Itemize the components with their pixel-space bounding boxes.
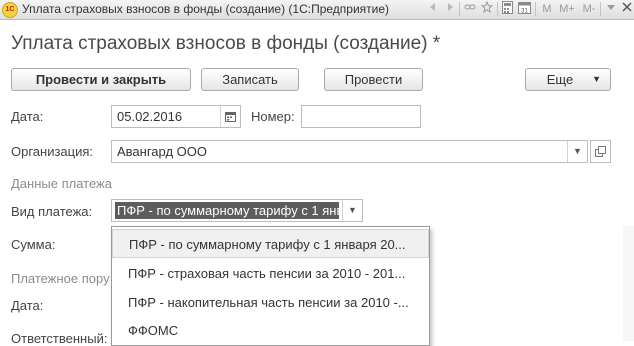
payment-type-value: ПФР - по суммарному тарифу с 1 янв [115,202,339,219]
svg-text:31: 31 [521,9,528,15]
scrollbar[interactable] [623,226,634,341]
memory-plus-button[interactable]: M+ [557,1,577,17]
post-button[interactable]: Провести [324,68,423,91]
link-icon[interactable] [463,1,477,17]
organization-label: Организация: [11,144,94,159]
payment-type-select[interactable]: ПФР - по суммарному тарифу с 1 янв ▼ [111,199,363,222]
forward-icon[interactable] [442,1,456,17]
open-icon [595,146,606,157]
open-organization-button[interactable] [590,140,611,163]
payment-type-label: Вид платежа: [11,204,93,219]
payment-order-date-label: Дата: [11,298,44,313]
payment-order-group-title: Платежное пору [11,271,110,286]
calculator-icon[interactable] [500,1,514,17]
memory-minus-button[interactable]: M- [580,1,598,17]
post-and-close-button[interactable]: Провести и закрыть [11,68,191,91]
payment-data-group-title: Данные платежа [11,176,112,191]
date-field[interactable]: 05.02.2016 [111,105,241,128]
more-button[interactable]: Еще ▼ [525,68,611,91]
number-label: Номер: [251,109,295,124]
save-button[interactable]: Записать [201,68,299,91]
calendar-icon[interactable]: 31 [516,1,532,17]
1c-logo-icon[interactable]: 1С [2,2,18,18]
number-field[interactable] [301,105,421,128]
organization-field[interactable]: Авангард ООО ▼ [111,140,588,163]
more-button-label: Еще [546,72,574,87]
payment-type-dropdown: ПФР - по суммарному тарифу с 1 января 20… [111,226,430,346]
window-title: Уплата страховых взносов в фонды (создан… [22,2,390,16]
memory-m-button[interactable]: M [540,1,554,17]
date-value: 05.02.2016 [117,109,183,124]
responsible-label: Ответственный: [11,331,108,346]
back-icon[interactable] [427,1,441,17]
favorite-star-icon[interactable] [480,0,494,17]
sum-label: Сумма: [11,237,56,252]
window-titlebar: 1С Уплата страховых взносов в фонды (соз… [0,0,634,20]
date-label: Дата: [11,109,44,124]
menu-icon[interactable] [604,1,618,17]
dropdown-item[interactable]: ПФР - по суммарному тарифу с 1 января 20… [112,229,429,258]
close-icon[interactable] [620,1,634,17]
dropdown-item[interactable]: ПФР - страховая часть пенсии за 2010 - 2… [112,259,429,288]
organization-value: Авангард ООО [117,144,207,159]
calendar-icon[interactable] [220,106,240,127]
chevron-down-icon[interactable]: ▼ [342,200,362,221]
dropdown-item[interactable]: ПФР - накопительная часть пенсии за 2010… [112,288,429,317]
chevron-down-icon[interactable]: ▼ [567,141,587,162]
page-title: Уплата страховых взносов в фонды (создан… [11,33,441,54]
chevron-down-icon: ▼ [592,74,601,84]
